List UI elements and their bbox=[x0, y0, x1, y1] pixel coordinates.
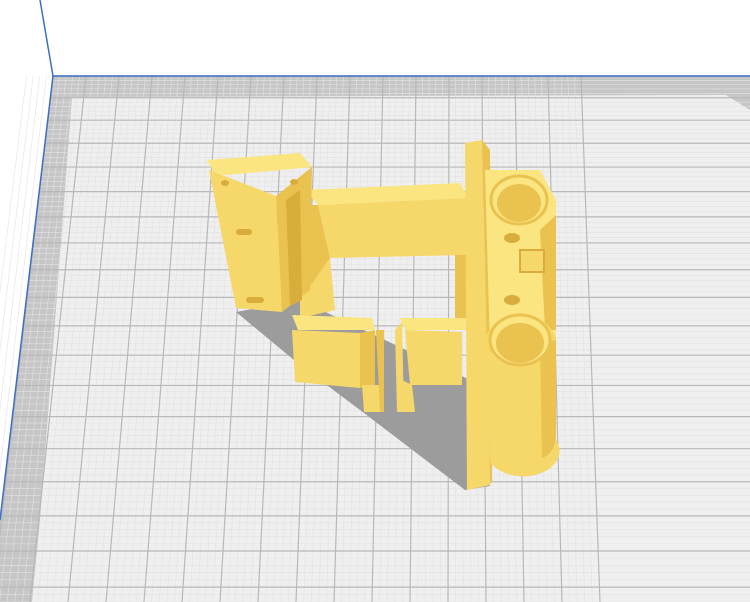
model-back-wall bbox=[318, 198, 468, 258]
scene[interactable] bbox=[0, 0, 750, 602]
model-clip bbox=[519, 249, 545, 273]
model-front-block-right-top bbox=[400, 318, 470, 330]
model-slot bbox=[246, 297, 264, 303]
model-front-block-left bbox=[292, 330, 360, 388]
model-side-notch bbox=[504, 233, 520, 243]
3d-viewport[interactable] bbox=[0, 0, 750, 602]
model-slot bbox=[236, 229, 252, 235]
model-front-block-left-side bbox=[360, 330, 375, 388]
model-side-notch bbox=[504, 295, 520, 305]
model-screw-hole bbox=[221, 180, 229, 186]
model-bearing-hole-lower-inner bbox=[496, 323, 544, 363]
model-screw-hole bbox=[290, 179, 298, 185]
model-bearing-hole-upper-inner bbox=[497, 184, 541, 222]
model-front-block-right bbox=[405, 330, 462, 385]
